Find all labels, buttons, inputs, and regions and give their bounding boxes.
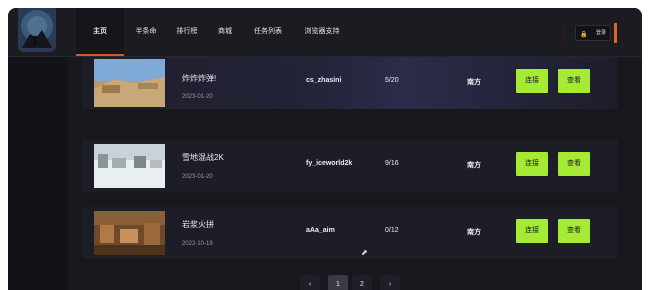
map-thumbnail xyxy=(94,144,165,188)
server-region: 南方 xyxy=(467,229,481,236)
site-logo[interactable] xyxy=(18,8,56,52)
server-date: 2023-01-20 xyxy=(182,94,213,100)
chevron-left-icon[interactable]: ‹ xyxy=(300,275,320,290)
page-button-1[interactable]: 1 xyxy=(328,275,348,290)
server-region: 南方 xyxy=(467,162,481,169)
server-row[interactable]: 岩浆火拼 2022-10-19 aAa_aim 0/12 南方 连接 查看 xyxy=(82,207,618,259)
map-thumbnail xyxy=(94,59,165,107)
map-thumbnail xyxy=(94,211,165,255)
connect-button[interactable]: 连接 xyxy=(516,219,548,243)
nav-item-store[interactable]: 商城 xyxy=(210,8,240,56)
view-button[interactable]: 查看 xyxy=(558,69,590,93)
connect-button[interactable]: 连接 xyxy=(516,69,548,93)
server-name: 雪地混战2K xyxy=(182,153,224,162)
divider xyxy=(563,24,565,42)
login-button[interactable]: 🔒 登录 xyxy=(575,25,611,41)
chevron-right-icon[interactable]: › xyxy=(380,275,400,290)
map-code: cs_zhasini xyxy=(306,77,342,84)
connect-button[interactable]: 连接 xyxy=(516,152,548,176)
server-date: 2023-01-20 xyxy=(182,174,213,180)
server-row[interactable]: 雪地混战2K 2023-01-20 fy_iceworld2k 9/16 南方 … xyxy=(82,140,618,192)
server-date: 2022-10-19 xyxy=(182,241,213,247)
server-row[interactable]: 炸炸炸弹! 2023-01-20 cs_zhasini 5/20 南方 连接 查… xyxy=(82,57,618,109)
nav-item-home[interactable]: 主页 xyxy=(76,8,124,56)
server-name: 岩浆火拼 xyxy=(182,220,214,229)
top-navbar: 主页 半条命 排行榜 商城 任务列表 浏览器支持 🔒 登录 xyxy=(8,8,642,57)
view-button[interactable]: 查看 xyxy=(558,152,590,176)
view-button[interactable]: 查看 xyxy=(558,219,590,243)
cursor-icon: ⬈ xyxy=(361,248,368,257)
nav-item-browser-support[interactable]: 浏览器支持 xyxy=(296,8,348,56)
accent-bar xyxy=(614,23,617,43)
map-code: aAa_aim xyxy=(306,227,335,234)
server-region: 南方 xyxy=(467,79,481,86)
app-window: 主页 半条命 排行榜 商城 任务列表 浏览器支持 🔒 登录 炸炸炸弹! 2023… xyxy=(8,8,642,290)
left-gutter xyxy=(8,57,68,290)
lock-icon: 🔒 xyxy=(580,32,588,38)
nav-item-leaderboard[interactable]: 排行榜 xyxy=(168,8,206,56)
nav-item-tasks[interactable]: 任务列表 xyxy=(246,8,290,56)
server-list: 炸炸炸弹! 2023-01-20 cs_zhasini 5/20 南方 连接 查… xyxy=(68,57,642,290)
page-button-2[interactable]: 2 xyxy=(352,275,372,290)
player-count: 5/20 xyxy=(385,77,399,84)
player-count: 9/16 xyxy=(385,160,399,167)
nav-item-half-life[interactable]: 半条命 xyxy=(128,8,164,56)
server-name: 炸炸炸弹! xyxy=(182,74,217,83)
map-code: fy_iceworld2k xyxy=(306,160,353,167)
login-label: 登录 xyxy=(596,30,607,36)
player-count: 0/12 xyxy=(385,227,399,234)
